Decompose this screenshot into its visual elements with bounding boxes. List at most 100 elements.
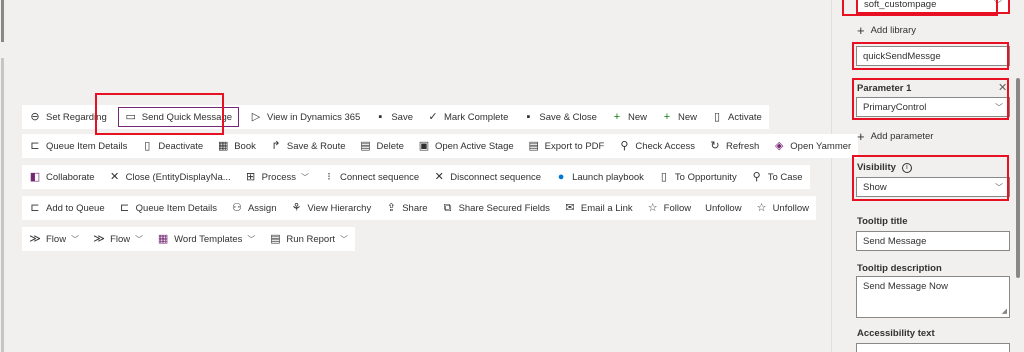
tooltip-description-input[interactable]: Send Message Now ◢ [856,276,1010,318]
activate-button[interactable]: ▯ Activate [704,105,769,129]
disconnect-sequence-button-label: Disconnect sequence [450,171,542,183]
flow-icon: ≫ [29,232,41,245]
chevron-down-icon: ﹀ [71,234,80,244]
close-entity-button[interactable]: ✕ Close (EntityDisplayNa... [102,165,238,189]
run-report-button[interactable]: ▤ Run Report ﹀ [262,227,355,251]
visibility-highlight [852,155,1009,201]
share-button[interactable]: ⇪ Share [378,196,434,220]
panel-scrollbar[interactable] [1012,0,1024,352]
collaborate-button[interactable]: ◧ Collaborate [22,165,102,189]
queue-item-details-button[interactable]: ⊏ Queue Item Details [22,134,134,158]
add-to-queue-button[interactable]: ⊏ Add to Queue [22,196,112,220]
mark-complete-button[interactable]: ✓ Mark Complete [420,105,515,129]
close-entity-button-label: Close (EntityDisplayNa... [125,171,231,183]
report-icon: ▤ [360,139,371,152]
to-case-button[interactable]: ⚲ To Case [744,165,810,189]
add-parameter-link[interactable]: + Add parameter [857,130,933,143]
command-row-2: ⊏ Queue Item Details ▯ Deactivate ▦ Book ↱ Save… [22,134,859,158]
flow-button-2[interactable]: ≫ Flow ﹀ [86,227,150,251]
panel-scroll-thumb[interactable] [1016,78,1020,278]
add-library-link[interactable]: + Add library [857,24,916,37]
chevron-down-icon: ﹀ [340,234,349,244]
export-to-pdf-button[interactable]: ▤ Export to PDF [521,134,612,158]
star-icon: ☆ [647,201,658,214]
connect-sequence-button-label: Connect sequence [339,171,420,183]
document-icon: ▯ [713,110,721,123]
tooltip-title-label: Tooltip title [857,216,908,227]
resize-grip-icon[interactable]: ◢ [1002,307,1007,315]
view-hierarchy-button[interactable]: ⚘ View Hierarchy [283,196,378,220]
command-row-3: ◧ Collaborate ✕ Close (EntityDisplayNa... ⊞ P… [22,165,810,189]
plus-icon: + [857,129,865,144]
connect-sequence-button[interactable]: ⁝ Connect sequence [316,165,426,189]
add-parameter-label: Add parameter [870,131,934,142]
unfollow-button-2[interactable]: ☆ Unfollow [749,196,816,220]
save-close-button[interactable]: ▪ Save & Close [515,105,604,129]
queue-icon: ⊏ [120,201,130,214]
view-in-dynamics-button[interactable]: ▷ View in Dynamics 365 [243,105,367,129]
star-icon: ☆ [756,201,767,214]
sequence-icon: ⁝ [327,170,331,183]
stage-icon: ▣ [418,139,430,152]
email-a-link-button[interactable]: ✉ Email a Link [557,196,640,220]
save-icon: ▪ [526,110,531,123]
calendar-icon: ▦ [218,139,229,152]
share-icon: ⇪ [386,201,396,214]
unfollow-button-1[interactable]: Unfollow [698,196,748,220]
save-route-button[interactable]: ↱ Save & Route [263,134,353,158]
queue-icon: ⊏ [30,201,40,214]
left-scroll-track[interactable] [1,58,4,352]
export-to-pdf-button-label: Export to PDF [544,140,605,152]
share-button-label: Share [402,202,428,214]
flow-button-1[interactable]: ≫ Flow ﹀ [22,227,86,251]
tooltip-title-input[interactable]: Send Message [856,231,1010,251]
email-a-link-button-label: Email a Link [580,202,633,214]
activate-button-label: Activate [728,111,762,123]
mark-complete-button-label: Mark Complete [443,111,509,123]
view-hierarchy-button-label: View Hierarchy [307,202,372,214]
process-button[interactable]: ⊞ Process ﹀ [238,165,316,189]
check-access-button-label: Check Access [635,140,696,152]
check-access-button[interactable]: ⚲ Check Access [611,134,702,158]
add-library-label: Add library [870,25,917,36]
tooltip-title-value: Send Message [863,235,927,247]
disconnect-sequence-button[interactable]: ✕ Disconnect sequence [426,165,548,189]
queue-item-details-button-label: Queue Item Details [46,140,128,152]
panel-divider [831,0,832,352]
secured-fields-icon: ⧉ [443,201,452,214]
calendar-icon: ▦ [157,232,169,245]
save-route-button-label: Save & Route [286,140,346,152]
book-button-label: Book [234,140,256,152]
new-button-2[interactable]: + New [654,105,704,129]
to-opportunity-button[interactable]: ▯ To Opportunity [651,165,744,189]
unfollow-button-2-label: Unfollow [772,202,809,214]
report-icon: ▤ [528,139,539,152]
open-active-stage-button[interactable]: ▣ Open Active Stage [411,134,521,158]
deactivate-button[interactable]: ▯ Deactivate [134,134,210,158]
accessibility-text-input[interactable] [856,343,1010,352]
left-scroll-thumb[interactable] [1,0,4,42]
teams-icon: ◧ [29,170,41,183]
delete-button[interactable]: ▤ Delete [353,134,411,158]
save-close-button-label: Save & Close [539,111,597,123]
word-templates-button[interactable]: ▦ Word Templates ﹀ [150,227,262,251]
launch-playbook-button[interactable]: ● Launch playbook [548,165,651,189]
delete-button-label: Delete [376,140,404,152]
queue-icon: ⊏ [30,139,40,152]
share-secured-fields-button[interactable]: ⧉ Share Secured Fields [435,196,557,220]
assign-icon: ⚇ [232,201,242,214]
follow-button[interactable]: ☆ Follow [640,196,698,220]
assign-button[interactable]: ⚇ Assign [224,196,284,220]
plus-icon: + [857,23,865,38]
refresh-button[interactable]: ↻ Refresh [702,134,766,158]
save-button[interactable]: ▪ Save [367,105,420,129]
open-active-stage-button-label: Open Active Stage [434,140,514,152]
queue-item-details-button-2[interactable]: ⊏ Queue Item Details [112,196,224,220]
book-button[interactable]: ▦ Book [210,134,263,158]
hierarchy-icon: ⚘ [291,201,302,214]
deactivate-button-label: Deactivate [158,140,204,152]
left-scrollbar[interactable] [0,0,5,352]
follow-button-label: Follow [663,202,692,214]
parameter-highlight [852,78,1009,120]
new-button-1[interactable]: + New [604,105,654,129]
